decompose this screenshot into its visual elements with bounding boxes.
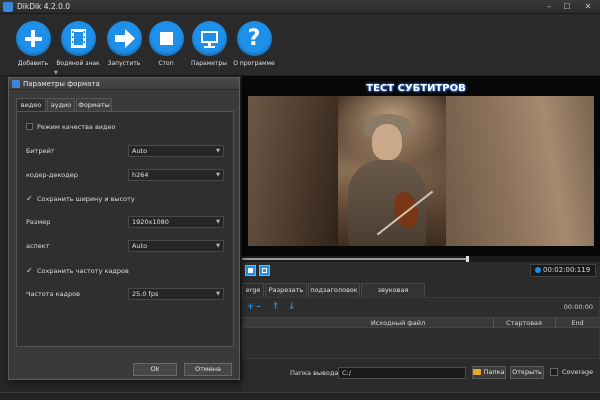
keep-size-label: Сохранить ширину и высоту (37, 195, 135, 203)
size-label: Размер (26, 218, 51, 226)
quality-mode-checkbox[interactable] (26, 123, 33, 130)
remove-segment-icon[interactable]: – (253, 302, 264, 312)
aspect-value: Auto (132, 242, 148, 250)
start-button[interactable]: Запустить (101, 18, 147, 76)
output-bar: Папка вывода C:/ Папка Открыть Coverage (242, 363, 600, 385)
watermark-button-label: Водяной знак (56, 60, 100, 67)
stop-button-label: Стоп (158, 60, 174, 67)
stop-playback-icon[interactable] (245, 265, 256, 276)
segment-table-header: Исходный файл Стартовая End (243, 317, 599, 328)
browse-folder-button[interactable]: Папка (472, 366, 506, 379)
codec-label: кодер-декодер (26, 171, 78, 179)
tab-audio[interactable]: аудио (47, 98, 75, 111)
browse-folder-label: Папка (483, 368, 505, 376)
chevron-down-icon: ▼ (216, 243, 220, 249)
app-logo-icon (3, 2, 13, 12)
question-icon: ? (236, 21, 272, 56)
keep-size-checkbox[interactable]: ✓ (26, 195, 33, 203)
tab-video[interactable]: видео (16, 98, 46, 112)
output-folder-label: Папка вывода (290, 369, 339, 377)
move-up-icon[interactable]: ↑ (270, 302, 281, 312)
close-button[interactable]: ✕ (577, 1, 599, 12)
time-value: 00:02:00:119 (543, 266, 591, 274)
subtitle-overlay: ТЕСТ СУБТИТРОВ (366, 83, 466, 94)
size-value: 1920x1080 (132, 218, 169, 226)
player-controls: 00:02:00:119 (242, 262, 600, 280)
bitrate-value: Auto (132, 147, 148, 155)
fps-label: Частота кадров (26, 290, 80, 298)
time-display: 00:02:00:119 (530, 264, 596, 277)
dialog-title: Параметры формата (23, 80, 100, 88)
video-preview[interactable]: ТЕСТ СУБТИТРОВ (242, 76, 600, 256)
tab-audio-track[interactable]: звуковая дорожка (361, 283, 425, 307)
tab-subtitle[interactable]: подзаголовок (308, 283, 360, 297)
fps-value: 25.0 fps (132, 290, 159, 298)
film-icon (60, 21, 96, 56)
main-toolbar: Добавить ▼ Водяной знак Запустить Стоп П… (0, 14, 600, 76)
dialog-tabs: видео аудио Форматы (16, 98, 234, 112)
add-button[interactable]: Добавить ▼ (10, 18, 58, 76)
chevron-down-icon: ▼ (216, 172, 220, 178)
format-settings-dialog: Параметры формата видео аудио Форматы Ре… (8, 77, 240, 380)
open-button[interactable]: Открыть (510, 366, 544, 379)
cancel-button[interactable]: Отмена (184, 363, 232, 376)
clock-icon (535, 267, 541, 273)
column-end[interactable]: End (556, 318, 599, 328)
seek-track (242, 258, 468, 260)
watermark-button[interactable]: Водяной знак (55, 18, 101, 76)
settings-button-label: Параметры (191, 60, 227, 67)
minimize-button[interactable]: – (540, 1, 558, 12)
fit-screen-icon[interactable] (259, 265, 270, 276)
column-source-file[interactable]: Исходный файл (303, 318, 493, 328)
segment-panel: + – ↑ ↓ 00:00:00 Исходный файл Стартовая… (242, 297, 600, 359)
arrow-right-icon (106, 21, 142, 56)
folder-icon (473, 369, 482, 375)
stop-icon (148, 21, 184, 56)
chevron-down-icon: ▼ (216, 148, 220, 154)
monitor-icon (191, 21, 227, 56)
edit-tabs: erge Разрезать подзаголовок звуковая дор… (242, 283, 600, 307)
size-select[interactable]: 1920x1080 ▼ (128, 216, 224, 228)
output-folder-input[interactable]: C:/ (338, 367, 466, 379)
video-frame (248, 96, 594, 246)
bitrate-select[interactable]: Auto ▼ (128, 145, 224, 157)
stop-button[interactable]: Стоп (143, 18, 189, 76)
move-down-icon[interactable]: ↓ (286, 302, 297, 312)
window-title: DikDik 4.2.0.0 (17, 2, 71, 11)
aspect-label: аспект (26, 242, 50, 250)
keep-fps-label: Сохранить частоту кадров (37, 267, 129, 275)
keep-fps-checkbox[interactable]: ✓ (26, 267, 33, 275)
plus-icon (15, 21, 51, 56)
codec-value: h264 (132, 171, 149, 179)
chevron-down-icon: ▼ (216, 291, 220, 297)
maximize-button[interactable]: ☐ (558, 1, 576, 12)
tab-cut[interactable]: Разрезать (265, 283, 307, 297)
coverage-label: Coverage (562, 368, 594, 376)
bitrate-label: Битрейт (26, 147, 55, 155)
tab-formats[interactable]: Форматы (76, 98, 112, 111)
settings-button[interactable]: Параметры (186, 18, 232, 76)
video-settings-panel: Режим качества видео Битрейт Auto ▼ кодер… (16, 111, 234, 347)
segment-time: 00:00:00 (563, 303, 593, 311)
fps-select[interactable]: 25.0 fps ▼ (128, 288, 224, 300)
aspect-select[interactable]: Auto ▼ (128, 240, 224, 252)
coverage-checkbox[interactable] (550, 368, 558, 376)
title-bar: DikDik 4.2.0.0 – ☐ ✕ (0, 0, 600, 14)
add-button-label: Добавить (17, 60, 49, 67)
about-button[interactable]: ? О программе (231, 18, 277, 76)
about-button-label: О программе (233, 60, 275, 67)
quality-mode-label: Режим качества видео (37, 123, 116, 131)
start-button-label: Запустить (107, 60, 141, 67)
dialog-title-bar: Параметры формата (9, 78, 239, 90)
column-start[interactable]: Стартовая (494, 318, 554, 328)
segment-toolbar: + – ↑ ↓ 00:00:00 (243, 298, 599, 316)
ok-button[interactable]: Ok (133, 363, 177, 376)
chevron-down-icon: ▼ (216, 219, 220, 225)
tab-merge[interactable]: erge (242, 283, 264, 297)
status-bar (0, 392, 600, 400)
dialog-app-icon (12, 80, 20, 88)
codec-select[interactable]: h264 ▼ (128, 169, 224, 181)
